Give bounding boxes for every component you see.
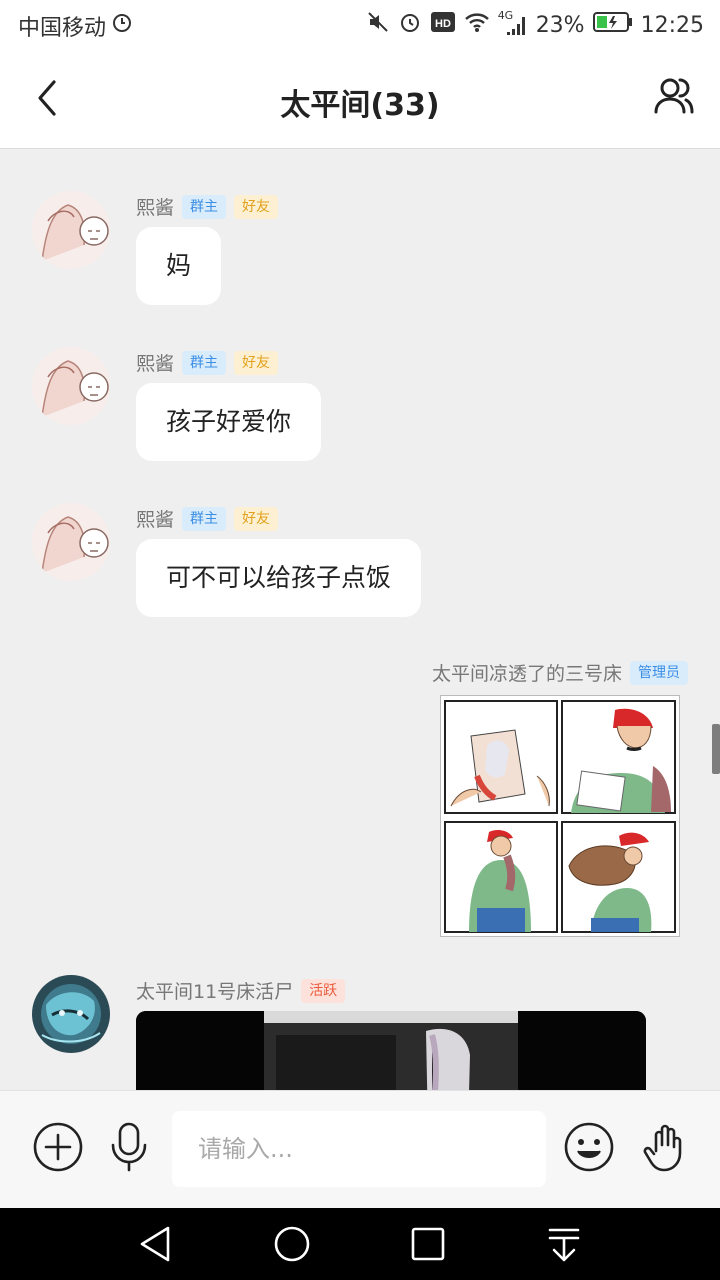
message-bubble[interactable]: 孩子好爱你	[136, 383, 322, 461]
nav-recents-button[interactable]	[408, 1224, 448, 1264]
microphone-icon	[111, 1122, 147, 1172]
video-thumbnail[interactable]	[136, 1011, 646, 1090]
svg-text:HD: HD	[435, 18, 451, 30]
sender-line: 熙酱 群主 好友	[136, 349, 279, 376]
sender-name: 太平间凉透了的三号床	[431, 663, 622, 685]
message-bubble[interactable]: 妈	[136, 227, 222, 305]
sender-line: 熙酱 群主 好友	[136, 193, 279, 220]
admin-badge: 管理员	[630, 660, 688, 685]
input-bar	[0, 1090, 720, 1209]
square-recents-icon	[411, 1227, 445, 1261]
status-right: HD 4G 23% 12:25	[366, 9, 704, 40]
smiley-icon	[564, 1122, 614, 1172]
system-nav-bar	[0, 1208, 720, 1280]
hand-gesture-icon	[643, 1124, 682, 1172]
comic-image[interactable]	[440, 695, 680, 937]
friend-badge: 好友	[234, 506, 279, 531]
battery-percent: 23%	[535, 12, 585, 38]
active-badge: 活跃	[301, 978, 346, 1003]
emoji-button[interactable]	[563, 1121, 615, 1173]
poke-button[interactable]	[640, 1121, 692, 1173]
network-type-label: 4G	[497, 9, 514, 22]
page-title: 太平间(33)	[280, 88, 440, 123]
sender-name: 熙酱	[136, 353, 175, 375]
timer-icon	[112, 13, 132, 39]
message-bubble[interactable]: 可不可以给孩子点饭	[136, 539, 422, 617]
triangle-back-icon	[140, 1226, 170, 1262]
mute-icon	[366, 10, 390, 40]
sender-line: 太平间凉透了的三号床 管理员	[432, 659, 688, 686]
nav-back-button[interactable]	[136, 1224, 176, 1264]
sender-name: 熙酱	[136, 197, 175, 219]
alarm-icon	[398, 10, 422, 40]
add-button[interactable]	[32, 1121, 84, 1173]
avatar[interactable]	[32, 347, 110, 425]
pull-down-icon	[548, 1228, 580, 1262]
sender-name: 太平间11号床活尸	[136, 981, 294, 1003]
wifi-icon	[464, 11, 490, 39]
group-members-icon	[654, 78, 694, 114]
status-left: 中国移动	[18, 10, 132, 42]
sender-name: 熙酱	[136, 509, 175, 531]
cell-signal-icon: 4G	[498, 9, 528, 37]
voice-button[interactable]	[104, 1121, 156, 1173]
carrier-label: 中国移动	[18, 16, 107, 41]
plus-circle-icon	[33, 1122, 83, 1172]
group-members-button[interactable]	[654, 76, 694, 116]
clock: 12:25	[640, 12, 704, 38]
avatar[interactable]	[32, 975, 110, 1053]
friend-badge: 好友	[234, 194, 279, 219]
sender-line: 熙酱 群主 好友	[136, 505, 279, 532]
circle-home-icon	[274, 1226, 310, 1262]
chat-header: 太平间(33)	[0, 50, 720, 149]
sender-line: 太平间11号床活尸 活跃	[136, 977, 346, 1004]
battery-icon	[592, 11, 633, 39]
chat-screen: 中国移动 HD 4G 23% 12:25 太平间(33) 熙酱 群主 好友 妈 …	[0, 0, 720, 1280]
avatar[interactable]	[32, 191, 110, 269]
friend-badge: 好友	[234, 350, 279, 375]
owner-badge: 群主	[182, 194, 227, 219]
scrollbar[interactable]	[712, 724, 720, 774]
status-bar: 中国移动 HD 4G 23% 12:25	[0, 0, 720, 50]
nav-notification-button[interactable]	[544, 1224, 584, 1264]
nav-home-button[interactable]	[272, 1224, 312, 1264]
message-input[interactable]	[172, 1111, 546, 1187]
owner-badge: 群主	[182, 506, 227, 531]
message-list[interactable]: 熙酱 群主 好友 妈 熙酱 群主 好友 孩子好爱你 熙酱 群主 好友 可不可以给…	[0, 149, 720, 1090]
hd-icon: HD	[430, 11, 456, 39]
avatar[interactable]	[32, 503, 110, 581]
owner-badge: 群主	[182, 350, 227, 375]
